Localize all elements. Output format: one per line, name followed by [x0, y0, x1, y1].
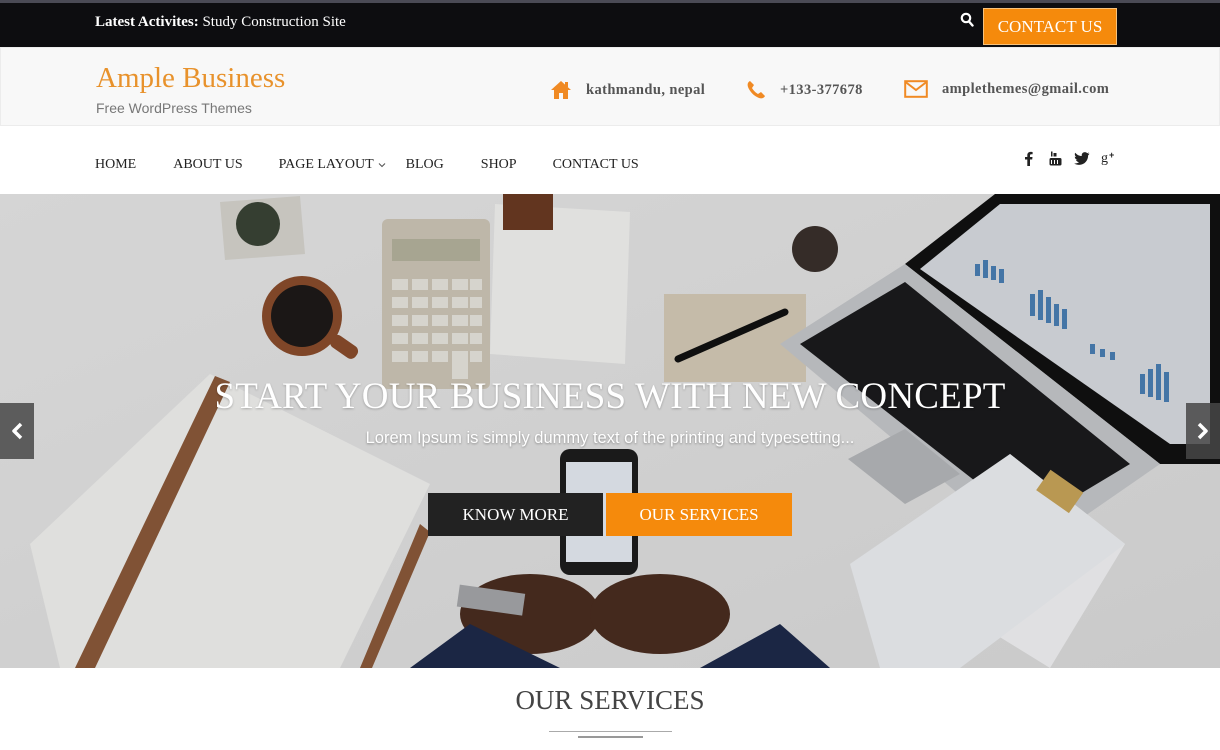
chevron-down-icon	[378, 163, 386, 168]
nav-item-shop[interactable]: SHOP	[481, 157, 517, 173]
youtube-icon[interactable]	[1047, 150, 1063, 166]
home-icon	[550, 80, 572, 100]
services-heading: OUR SERVICES	[515, 685, 705, 715]
svg-text:g: g	[1101, 151, 1108, 166]
nav-item-label: PAGE LAYOUT	[278, 157, 374, 172]
nav-item-label: CONTACT US	[552, 157, 639, 172]
latest-activities: Latest Activites: Study Construction Sit…	[95, 14, 346, 31]
nav-item-page-layout[interactable]: PAGE LAYOUT	[279, 157, 386, 173]
nav-menu: HOME ABOUT US PAGE LAYOUT BLOG SHOP CONT…	[95, 157, 639, 173]
latest-activities-label: Latest Activites:	[95, 14, 199, 30]
svg-text:+: +	[1109, 150, 1114, 160]
social-links: g +	[1020, 150, 1117, 166]
top-bar: Latest Activites: Study Construction Sit…	[0, 0, 1220, 47]
contact-us-button[interactable]: CONTACT US	[983, 8, 1117, 45]
know-more-button[interactable]: KNOW MORE	[428, 493, 603, 536]
main-navigation: HOME ABOUT US PAGE LAYOUT BLOG SHOP CONT…	[0, 126, 1220, 194]
nav-item-label: ABOUT US	[173, 157, 243, 172]
site-title[interactable]: Ample Business	[96, 62, 285, 95]
hero-title: START YOUR BUSINESS WITH NEW CONCEPT	[214, 376, 1006, 417]
nav-item-label: HOME	[95, 157, 137, 172]
hero-subtitle: Lorem Ipsum is simply dummy text of the …	[365, 429, 855, 447]
slider-next-button[interactable]	[1186, 403, 1220, 459]
nav-item-blog[interactable]: BLOG	[406, 157, 444, 173]
site-header: Ample Business Free WordPress Themes kat…	[0, 47, 1220, 126]
our-services-button[interactable]: OUR SERVICES	[606, 493, 792, 536]
site-tagline: Free WordPress Themes	[96, 100, 252, 116]
envelope-icon	[904, 80, 928, 98]
phone-info: +133-377678	[746, 80, 863, 100]
email-info: amplethemes@gmail.com	[904, 80, 1109, 98]
facebook-icon[interactable]	[1020, 150, 1036, 166]
nav-item-contact-us[interactable]: CONTACT US	[553, 157, 639, 173]
phone-text: +133-377678	[780, 81, 863, 98]
email-text[interactable]: amplethemes@gmail.com	[942, 81, 1109, 98]
slider-prev-button[interactable]	[0, 403, 34, 459]
google-plus-icon[interactable]: g +	[1101, 150, 1117, 166]
latest-activities-text[interactable]: Study Construction Site	[202, 14, 345, 30]
nav-item-about-us[interactable]: ABOUT US	[173, 157, 242, 173]
chevron-left-icon	[12, 422, 23, 440]
twitter-icon[interactable]	[1074, 150, 1090, 166]
nav-item-label: SHOP	[480, 157, 517, 172]
heading-divider	[549, 731, 672, 732]
chevron-right-icon	[1197, 422, 1208, 440]
search-icon[interactable]	[960, 12, 976, 30]
heading-divider-accent	[578, 736, 643, 738]
phone-icon	[746, 80, 766, 100]
address-info: kathmandu, nepal	[550, 80, 705, 100]
hero-slider: START YOUR BUSINESS WITH NEW CONCEPT Lor…	[0, 194, 1220, 668]
nav-item-label: BLOG	[405, 157, 444, 172]
address-text: kathmandu, nepal	[586, 81, 706, 98]
nav-item-home[interactable]: HOME	[95, 157, 136, 173]
